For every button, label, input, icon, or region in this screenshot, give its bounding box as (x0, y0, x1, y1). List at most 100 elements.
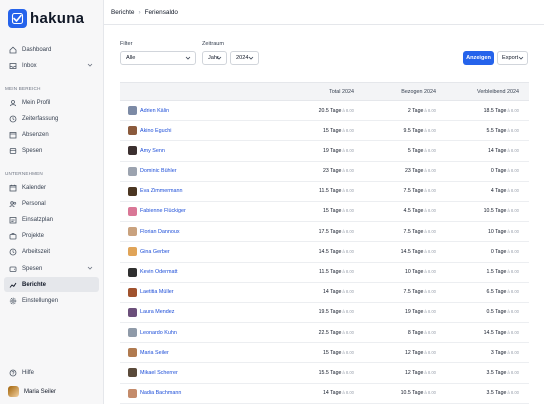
sidebar-item-zeiterfassung[interactable]: Zeiterfassung (4, 111, 99, 126)
employee-name-link[interactable]: Fabienne Flückiger (140, 208, 186, 214)
avatar (128, 307, 137, 317)
employee-name-link[interactable]: Eva Zimmermann (140, 188, 183, 194)
day-unit: Tage (330, 127, 342, 134)
day-value: 9.5 (403, 127, 411, 134)
table-row[interactable]: Laura Mendez 19.5 Tageà 8.00 19 Tageà 8.00… (120, 303, 529, 324)
clock-icon (8, 247, 17, 256)
total-cell: 11.5 Tageà 8.00 (319, 188, 354, 194)
day-unit: Tage (412, 369, 424, 376)
table-header: Total 2024 Bezogen 2024 Verbleibend 2024 (120, 82, 529, 101)
filter-select-value: Alle (126, 55, 136, 61)
employee-name-link[interactable]: Dominic Bühler (140, 168, 177, 174)
day-unit: Tage (330, 349, 342, 356)
chevron-down-icon (216, 55, 222, 63)
hour-hint: à 8.00 (342, 107, 354, 113)
day-value: 10.5 (400, 390, 411, 397)
export-button[interactable]: Export (497, 51, 528, 65)
day-unit: Tage (412, 208, 424, 215)
table-row[interactable]: Eva Zimmermann 11.5 Tageà 8.00 7.5 Tageà 8… (120, 182, 529, 202)
used-cell: 9.5 Tageà 8.00 (404, 128, 436, 134)
chevron-down-icon (87, 265, 93, 273)
avatar (128, 247, 137, 257)
table-row[interactable]: Florian Dannoux 17.5 Tageà 8.00 7.5 Tageà … (120, 222, 529, 243)
employee-name-link[interactable]: Amy Senn (140, 148, 165, 154)
day-unit: Tage (330, 369, 342, 376)
hour-hint: à 8.00 (424, 329, 436, 335)
user-profile[interactable]: Maria Seiler (8, 386, 56, 397)
used-cell: 14.5 Tageà 8.00 (401, 249, 436, 255)
employee-name-link[interactable]: Gina Gerber (140, 249, 170, 255)
table-row[interactable]: Fabienne Flückiger 15 Tageà 8.00 4.5 Tageà… (120, 202, 529, 223)
table-row[interactable]: Maria Seiler 15 Tageà 8.00 12 Tageà 8.00 3 … (120, 343, 529, 364)
period-year-value: 2024 (236, 55, 249, 61)
sidebar-item-mein-profil[interactable]: Mein Profil (4, 95, 99, 110)
sidebar-item-inbox[interactable]: Inbox (4, 58, 99, 73)
hour-hint: à 8.00 (342, 369, 354, 375)
chevron-down-icon (87, 62, 93, 70)
avatar (128, 126, 137, 136)
users-icon (8, 199, 17, 208)
table-row[interactable]: Dominic Bühler 23 Tageà 8.00 23 Tageà 8.00… (120, 162, 529, 182)
section-label-mein-bereich: MEIN BEREICH (5, 86, 41, 91)
hour-hint: à 8.00 (424, 107, 436, 113)
avatar (128, 166, 137, 176)
sidebar-item-projekte[interactable]: Projekte (4, 228, 99, 243)
sidebar-item-kalender[interactable]: Kalender (4, 180, 99, 195)
period-unit-select[interactable]: Jahr (202, 51, 227, 65)
period-year-select[interactable]: 2024 (230, 51, 259, 65)
employee-name-link[interactable]: Laetitia Müller (140, 289, 174, 295)
table-row[interactable]: Amy Senn 19 Tageà 8.00 5 Tageà 8.00 14 Tage… (120, 141, 529, 162)
day-unit: Tage (412, 329, 424, 336)
employee-name-link[interactable]: Maria Seiler (140, 350, 169, 356)
table-row[interactable]: Akino Eguchi 15 Tageà 8.00 9.5 Tageà 8.00 5… (120, 121, 529, 142)
sidebar-item-label: Mein Profil (22, 99, 51, 106)
employee-name-link[interactable]: Adrien Kälin (140, 108, 169, 114)
sidebar-item-personal[interactable]: Personal (4, 196, 99, 211)
user-icon (8, 98, 17, 107)
day-value: 0.5 (486, 309, 494, 316)
remaining-cell: 3.5 Tageà 8.00 (487, 370, 519, 376)
day-value: 7.5 (403, 188, 411, 195)
remaining-cell: 0 Tageà 8.00 (491, 249, 519, 255)
sidebar-item-absenzen[interactable]: Absenzen (4, 127, 99, 142)
chevron-down-icon (185, 55, 191, 63)
avatar (128, 368, 137, 378)
sidebar-item-einstellungen[interactable]: Einstellungen (4, 293, 99, 308)
avatar (128, 146, 137, 156)
employee-name-link[interactable]: Laura Mendez (140, 309, 174, 315)
employee-name-link[interactable]: Akino Eguchi (140, 128, 171, 134)
sidebar-item-berichte[interactable]: Berichte (4, 277, 99, 292)
total-cell: 14.5 Tageà 8.00 (319, 249, 354, 255)
employee-name-link[interactable]: Florian Dannoux (140, 229, 180, 235)
employee-name-link[interactable]: Kevin Odermatt (140, 269, 177, 275)
sidebar-item-hilfe[interactable]: Hilfe (4, 365, 99, 380)
inbox-icon (8, 61, 17, 70)
sidebar-item-spesen-company[interactable]: Spesen (4, 261, 99, 276)
sidebar-item-label: Dashboard (22, 46, 52, 53)
day-value: 20.5 (318, 107, 329, 114)
sidebar-item-spesen[interactable]: Spesen (4, 143, 99, 158)
sidebar-item-arbeitszeit[interactable]: Arbeitszeit (4, 244, 99, 259)
employee-name-link[interactable]: Nadia Bachmann (140, 390, 181, 396)
apply-button[interactable]: Anzeigen (463, 51, 494, 65)
table-row[interactable]: Gina Gerber 14.5 Tageà 8.00 14.5 Tageà 8.0… (120, 242, 529, 263)
table-row[interactable]: Nadia Bachmann 14 Tageà 8.00 10.5 Tageà 8.… (120, 384, 529, 404)
sidebar-item-einsatzplan[interactable]: Einsatzplan (4, 212, 99, 227)
app-logo[interactable]: hakuna (8, 9, 84, 28)
clock-icon (8, 114, 17, 123)
total-cell: 15 Tageà 8.00 (323, 350, 354, 356)
table-row[interactable]: Laetitia Müller 14 Tageà 8.00 7.5 Tageà 8.… (120, 283, 529, 303)
table-row[interactable]: Leonardo Kuhn 22.5 Tageà 8.00 8 Tageà 8.00… (120, 323, 529, 344)
filter-select[interactable]: Alle (120, 51, 196, 65)
table-row[interactable]: Adrien Kälin 20.5 Tageà 8.00 2 Tageà 8.00 1… (120, 101, 529, 122)
employee-name-link[interactable]: Leonardo Kuhn (140, 330, 177, 336)
total-cell: 11.5 Tageà 8.00 (319, 269, 354, 275)
sidebar-item-dashboard[interactable]: Dashboard (4, 42, 99, 57)
table-row[interactable]: Kevin Odermatt 11.5 Tageà 8.00 10 Tageà 8.… (120, 263, 529, 283)
breadcrumb-parent[interactable]: Berichte (111, 9, 134, 16)
table-row[interactable]: Mikael Scherrer 15.5 Tageà 8.00 12 Tageà 8… (120, 363, 529, 384)
day-value: 0 (490, 248, 494, 255)
day-value: 14.5 (400, 248, 411, 255)
hour-hint: à 8.00 (507, 208, 519, 214)
employee-name-link[interactable]: Mikael Scherrer (140, 370, 178, 376)
